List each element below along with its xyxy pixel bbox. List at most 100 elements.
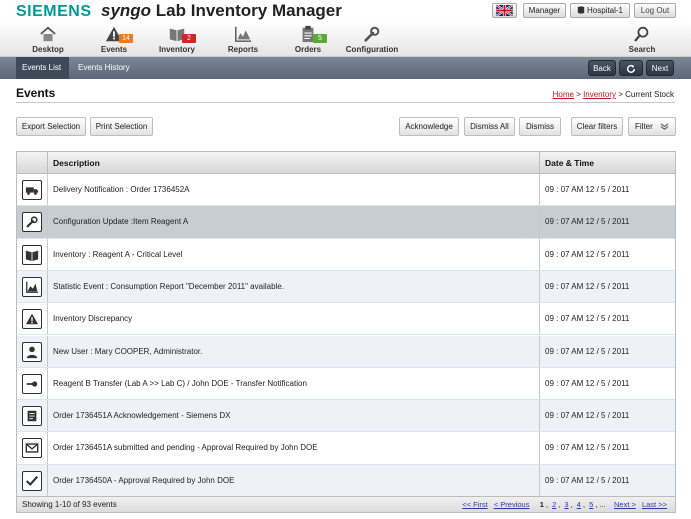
table-row[interactable]: Inventory : Reagent A - Critical Level 0… xyxy=(17,238,675,271)
sub-nav: Events List Events History Back Next xyxy=(0,57,691,79)
nav-configuration[interactable]: Configuration xyxy=(344,24,400,56)
refresh-button[interactable] xyxy=(619,60,643,76)
language-button[interactable] xyxy=(492,3,517,18)
user-icon xyxy=(26,346,38,358)
events-count-badge: 14 xyxy=(119,34,133,43)
acknowledge-button[interactable]: Acknowledge xyxy=(399,117,459,136)
clear-filters-button[interactable]: Clear filters xyxy=(571,117,623,136)
header-icon-column xyxy=(17,152,48,174)
first-page-link[interactable]: << First xyxy=(462,500,487,509)
nav-label: Reports xyxy=(227,45,259,54)
site-label: Hospital-1 xyxy=(586,6,623,15)
nav-events[interactable]: 14 Events xyxy=(88,24,140,56)
nav-reports[interactable]: Reports xyxy=(217,24,269,56)
pagination: << First < Previous 1, 2, 3, 4, 5, ... N… xyxy=(462,500,667,509)
event-description: Reagent B Transfer (Lab A >> Lab C) / Jo… xyxy=(48,367,540,400)
header-description[interactable]: Description xyxy=(48,152,540,174)
database-icon xyxy=(577,6,585,14)
nav-label: Search xyxy=(628,45,656,54)
orders-count-badge: 5 xyxy=(313,34,327,43)
top-header: SIEMENS syngo Lab Inventory Manager Mana… xyxy=(0,0,691,22)
envelope-icon xyxy=(25,443,39,454)
event-datetime: 09 : 07 AM 12 / 5 / 2011 xyxy=(545,378,630,388)
warning-icon xyxy=(25,313,39,325)
last-page-link[interactable]: Last >> xyxy=(642,500,667,509)
event-datetime: 09 : 07 AM 12 / 5 / 2011 xyxy=(545,314,630,324)
event-datetime: 09 : 07 AM 12 / 5 / 2011 xyxy=(545,443,630,453)
filter-button[interactable]: Filter xyxy=(628,117,676,136)
event-datetime: 09 : 07 AM 12 / 5 / 2011 xyxy=(545,249,630,259)
print-selection-button[interactable]: Print Selection xyxy=(90,117,153,136)
breadcrumb-separator: > xyxy=(615,90,626,99)
nav-desktop[interactable]: Desktop xyxy=(22,24,74,56)
app-title-prefix: syngo xyxy=(101,1,152,20)
nav-label: Configuration xyxy=(345,45,399,54)
table-header: Description Date & Time xyxy=(17,152,675,174)
nav-label: Desktop xyxy=(32,45,64,54)
tab-events-history[interactable]: Events History xyxy=(72,57,136,79)
event-datetime: 09 : 07 AM 12 / 5 / 2011 xyxy=(545,346,630,356)
wrench-icon xyxy=(364,26,380,42)
page-link-3[interactable]: 3 xyxy=(564,500,568,509)
page-title: Events xyxy=(16,86,56,100)
breadcrumb: Home > Inventory > Current Stock xyxy=(553,90,674,99)
siemens-logo: SIEMENS xyxy=(16,3,92,20)
table-row[interactable]: Reagent B Transfer (Lab A >> Lab C) / Jo… xyxy=(17,367,675,401)
event-description: Inventory : Reagent A - Critical Level xyxy=(48,238,540,270)
header-date-time[interactable]: Date & Time xyxy=(540,152,675,174)
nav-search[interactable]: Search xyxy=(616,24,668,56)
filter-label: Filter xyxy=(635,122,653,131)
next-button[interactable]: Next xyxy=(646,60,674,76)
event-description: Statistic Event : Consumption Report "De… xyxy=(48,270,540,303)
dismiss-button[interactable]: Dismiss xyxy=(519,117,561,136)
nav-label: Inventory xyxy=(158,45,195,54)
event-description: New User : Mary COOPER, Administrator. xyxy=(48,335,540,367)
event-description: Order 1736451A Acknowledgement - Siemens… xyxy=(48,400,540,432)
dismiss-all-button[interactable]: Dismiss All xyxy=(464,117,515,136)
nav-label: Orders xyxy=(294,45,322,54)
event-datetime: 09 : 07 AM 12 / 5 / 2011 xyxy=(545,281,630,291)
table-row[interactable]: Order 1736451A Acknowledgement - Siemens… xyxy=(17,400,675,433)
transfer-icon xyxy=(26,381,38,387)
back-button[interactable]: Back xyxy=(588,60,616,76)
table-row[interactable]: New User : Mary COOPER, Administrator. 0… xyxy=(17,335,675,368)
event-description: Order 1736451A submitted and pending - A… xyxy=(48,432,540,464)
chevron-down-icon xyxy=(660,123,669,130)
logout-button[interactable]: Log Out xyxy=(634,3,676,18)
current-page: 1 xyxy=(539,500,544,509)
page-link-4[interactable]: 4 xyxy=(577,500,581,509)
nav-inventory[interactable]: 2 Inventory xyxy=(151,24,203,56)
table-row[interactable]: Order 1736451A submitted and pending - A… xyxy=(17,432,675,465)
nav-orders[interactable]: 5 Orders xyxy=(282,24,334,56)
table-row[interactable]: Delivery Notification : Order 1736452A 0… xyxy=(17,174,675,207)
house-icon xyxy=(40,26,56,42)
export-selection-button[interactable]: Export Selection xyxy=(16,117,86,136)
app-title: syngo Lab Inventory Manager xyxy=(101,1,342,21)
breadcrumb-home[interactable]: Home xyxy=(553,90,574,99)
page-ellipsis: ... xyxy=(599,500,606,509)
role-button[interactable]: Manager xyxy=(523,3,566,18)
table-row[interactable]: Configuration Update :Item Reagent A 09 … xyxy=(17,206,675,239)
table-row[interactable]: Order 1736450A - Approval Required by Jo… xyxy=(17,464,675,496)
next-page-link[interactable]: Next > xyxy=(614,500,636,509)
table-row[interactable]: Inventory Discrepancy 09 : 07 AM 12 / 5 … xyxy=(17,303,675,336)
chart-icon xyxy=(26,281,39,293)
event-datetime: 09 : 07 AM 12 / 5 / 2011 xyxy=(545,217,630,227)
previous-page-link[interactable]: < Previous xyxy=(494,500,530,509)
site-button[interactable]: Hospital-1 xyxy=(570,3,630,18)
book-icon xyxy=(25,250,39,261)
event-datetime: 09 : 07 AM 12 / 5 / 2011 xyxy=(545,475,630,485)
breadcrumb-separator: > xyxy=(573,90,584,99)
event-description: Inventory Discrepancy xyxy=(48,303,540,335)
page-link-5[interactable]: 5 xyxy=(589,500,593,509)
table-footer: Showing 1-10 of 93 events << First < Pre… xyxy=(16,497,676,513)
breadcrumb-inventory[interactable]: Inventory xyxy=(583,90,616,99)
checkmark-icon xyxy=(26,475,39,486)
page-link-2[interactable]: 2 xyxy=(552,500,556,509)
document-icon xyxy=(27,410,37,422)
table-row[interactable]: Statistic Event : Consumption Report "De… xyxy=(17,270,675,304)
tab-events-list[interactable]: Events List xyxy=(16,57,69,79)
inventory-count-badge: 2 xyxy=(182,34,196,43)
search-icon xyxy=(634,26,649,42)
truck-icon xyxy=(25,187,39,195)
